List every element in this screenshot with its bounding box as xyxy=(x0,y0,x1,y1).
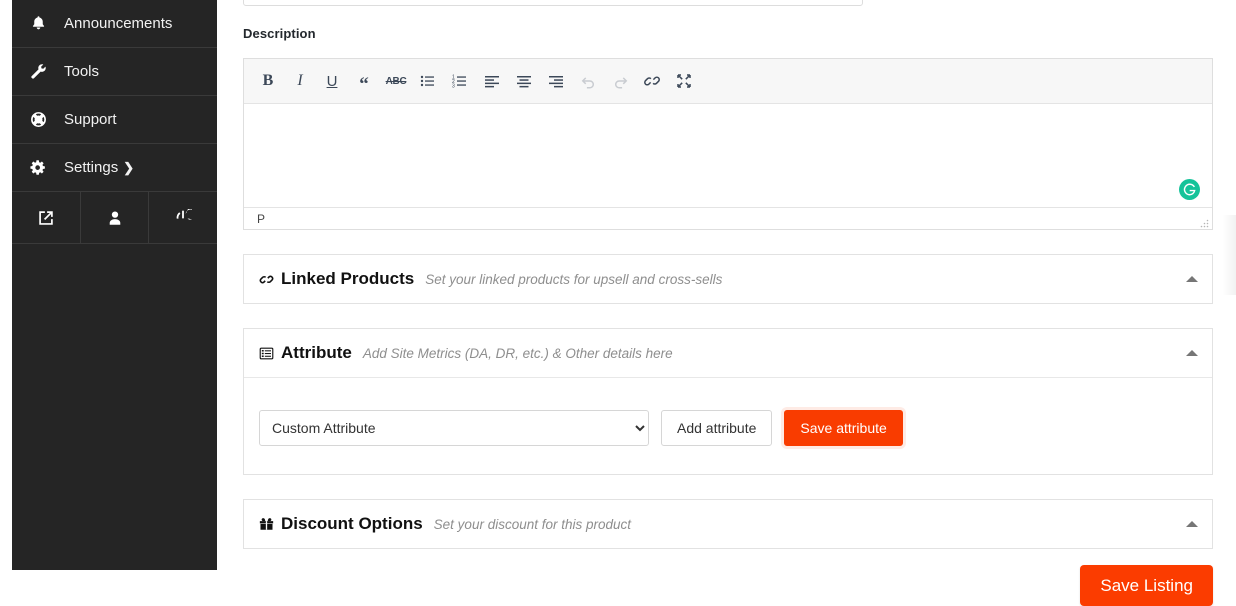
strikethrough-button[interactable]: ABC xyxy=(380,66,412,96)
external-link-button[interactable] xyxy=(12,192,81,243)
panel-attribute: Attribute Add Site Metrics (DA, DR, etc.… xyxy=(243,328,1213,475)
power-icon xyxy=(174,208,193,227)
sidebar: Announcements Tools Support Settings ❯ xyxy=(12,0,217,570)
gear-icon xyxy=(12,159,64,176)
panel-title: Attribute xyxy=(281,343,352,362)
user-icon xyxy=(106,209,124,227)
undo-button[interactable] xyxy=(572,66,604,96)
life-ring-icon xyxy=(12,111,64,128)
logout-button[interactable] xyxy=(149,192,217,243)
panel-discount-options: Discount Options Set your discount for t… xyxy=(243,499,1213,549)
underline-button[interactable]: U xyxy=(316,66,348,96)
bullet-list-button[interactable] xyxy=(412,66,444,96)
description-textarea[interactable] xyxy=(244,104,1212,207)
save-attribute-button[interactable]: Save attribute xyxy=(784,410,903,446)
panel-title: Discount Options xyxy=(281,514,423,533)
panel-linked-products: Linked Products Set your linked products… xyxy=(243,254,1213,304)
sidebar-item-label: Tools xyxy=(64,63,100,80)
sidebar-item-label: Settings xyxy=(64,159,119,176)
sidebar-item-tools[interactable]: Tools xyxy=(12,47,217,96)
editor-element-path: P xyxy=(257,211,266,226)
partial-text-input-above[interactable] xyxy=(243,0,863,6)
user-account-button[interactable] xyxy=(81,192,150,243)
panel-linked-products-header[interactable]: Linked Products Set your linked products… xyxy=(244,255,1212,303)
wrench-icon xyxy=(12,63,64,80)
panel-subtitle: Set your discount for this product xyxy=(433,516,632,532)
grammarly-badge-icon[interactable] xyxy=(1179,179,1200,200)
attribute-type-select[interactable]: Custom Attribute xyxy=(259,410,649,446)
fullscreen-button[interactable] xyxy=(668,66,700,96)
redo-button[interactable] xyxy=(604,66,636,96)
editor-resize-grip[interactable] xyxy=(1200,217,1209,228)
sidebar-item-announcements[interactable]: Announcements xyxy=(12,0,217,48)
align-right-button[interactable] xyxy=(540,66,572,96)
bell-icon xyxy=(12,15,64,32)
sidebar-bottom-toolbar xyxy=(12,192,217,244)
chevron-right-icon: ❯ xyxy=(123,159,135,175)
svg-text:3: 3 xyxy=(452,83,455,89)
panel-subtitle: Set your linked products for upsell and … xyxy=(425,271,723,287)
link-icon xyxy=(259,272,274,287)
footer-actions: Save Listing xyxy=(243,565,1213,606)
add-attribute-button[interactable]: Add attribute xyxy=(661,410,773,446)
external-link-icon xyxy=(37,209,55,227)
link-button[interactable] xyxy=(636,66,668,96)
main-content: Description B I U “ ABC 123 P Linked Pro… xyxy=(243,0,1213,606)
panel-attribute-header[interactable]: Attribute Add Site Metrics (DA, DR, etc.… xyxy=(244,329,1212,378)
editor-status-bar: P xyxy=(244,207,1212,229)
collapse-caret-icon[interactable] xyxy=(1186,521,1198,527)
bold-button[interactable]: B xyxy=(252,66,284,96)
align-left-button[interactable] xyxy=(476,66,508,96)
numbered-list-button[interactable]: 123 xyxy=(444,66,476,96)
page-edge-shadow xyxy=(1222,215,1236,295)
blockquote-button[interactable]: “ xyxy=(348,63,380,100)
collapse-caret-icon[interactable] xyxy=(1186,276,1198,282)
panel-attribute-body: Custom Attribute Add attribute Save attr… xyxy=(244,378,1212,474)
panel-discount-options-header[interactable]: Discount Options Set your discount for t… xyxy=(244,500,1212,548)
description-label: Description xyxy=(243,26,316,41)
italic-button[interactable]: I xyxy=(284,66,316,96)
panel-title: Linked Products xyxy=(281,269,415,288)
sidebar-item-label: Announcements xyxy=(64,15,173,32)
sidebar-item-settings[interactable]: Settings ❯ xyxy=(12,143,217,192)
collapse-caret-icon[interactable] xyxy=(1186,350,1198,356)
description-editor: B I U “ ABC 123 P xyxy=(243,58,1213,230)
sidebar-item-label: Support xyxy=(64,111,117,128)
gift-icon xyxy=(259,517,274,532)
panel-subtitle: Add Site Metrics (DA, DR, etc.) & Other … xyxy=(362,345,673,361)
align-center-button[interactable] xyxy=(508,66,540,96)
sidebar-item-support[interactable]: Support xyxy=(12,95,217,144)
editor-toolbar: B I U “ ABC 123 xyxy=(244,59,1212,104)
list-table-icon xyxy=(259,346,274,361)
save-listing-button[interactable]: Save Listing xyxy=(1080,565,1213,606)
